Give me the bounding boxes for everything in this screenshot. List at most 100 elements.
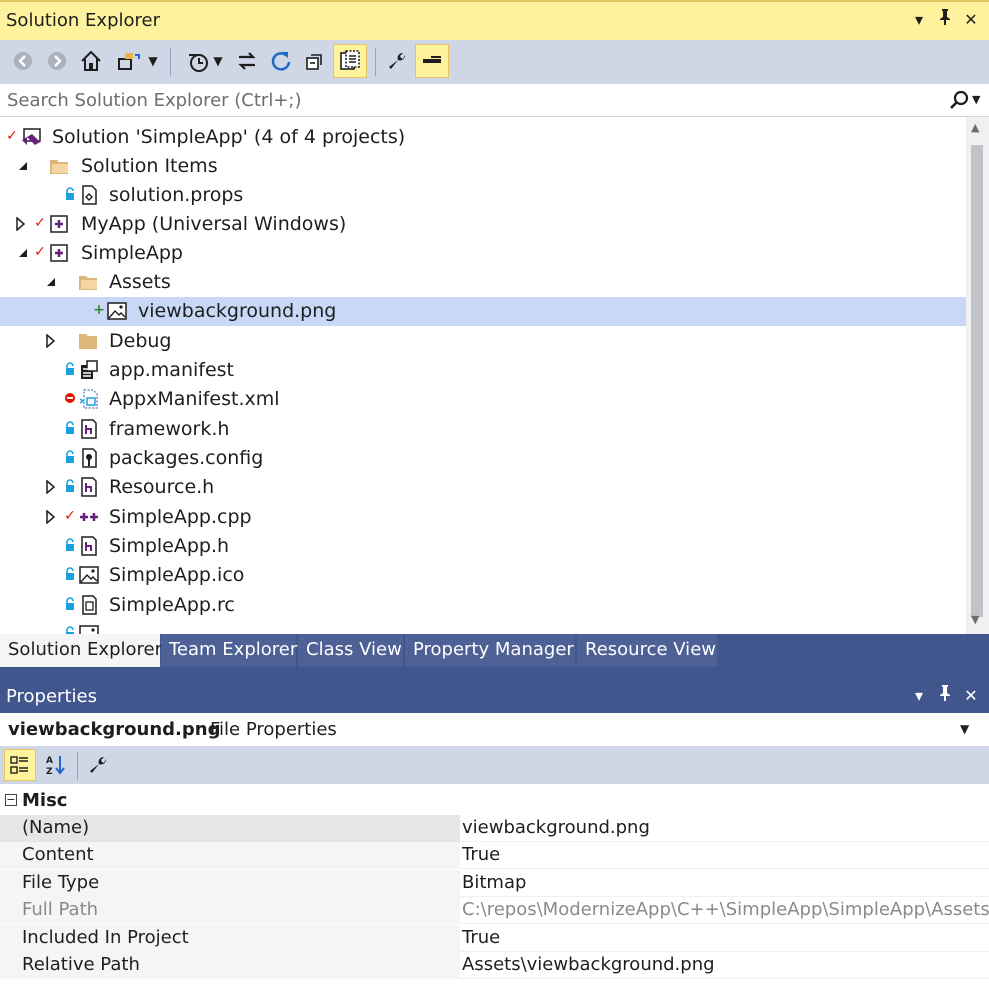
tree-item-assets-folder[interactable]: Assets [0,268,966,297]
sync-with-active-document-button[interactable] [232,44,262,78]
tree-item-simpleapp-ico[interactable]: SimpleApp.ico [0,561,966,590]
tree-item-appxmanifest-xml[interactable]: AppxManifest.xml [0,385,966,414]
pin-icon[interactable] [934,8,956,32]
tree-item-solution[interactable]: ✓ Solution 'SimpleApp' (4 of 4 projects) [0,123,966,152]
wrench-icon [389,52,406,69]
property-value[interactable]: True [460,842,989,869]
tree-item-label: app.manifest [109,359,235,381]
property-value[interactable]: Assets\viewbackground.png [460,952,989,979]
tree-item-debug-folder[interactable]: Debug [0,327,966,356]
collapse-icon[interactable]: − [5,794,17,806]
tab-property-manager[interactable]: Property Manager [405,634,576,667]
tree-item-simpleapp-rc[interactable]: SimpleApp.rc [0,591,966,620]
switch-views-icon [118,53,141,70]
collapsed-arrow-icon[interactable] [44,480,58,494]
property-pages-button[interactable] [82,749,114,781]
tree-item-simpleapp-project[interactable]: ✓ SimpleApp [0,239,966,268]
svg-text:A: A [46,756,53,766]
tree-item-myapp[interactable]: ✓ MyApp (Universal Windows) [0,210,966,239]
collapsed-arrow-icon[interactable] [44,334,58,348]
category-misc[interactable]: − Misc [0,787,989,815]
lock-icon [66,567,74,580]
tab-class-view[interactable]: Class View [298,634,404,667]
cpp-project-icon [50,215,68,233]
chevron-down-icon: ▼ [148,54,158,68]
search-input[interactable]: Search Solution Explorer (Ctrl+;) ▼ [0,84,989,117]
property-row-full-path[interactable]: Full Path C:\repos\ModernizeApp\C++\Simp… [0,897,989,924]
tree-item-label: solution.props [109,184,244,206]
checked-in-icon: ✓ [34,244,46,260]
pin-icon[interactable] [934,684,956,708]
excluded-icon [65,393,75,403]
tree-item-simpleapp-h[interactable]: SimpleApp.h [0,532,966,561]
property-value: C:\repos\ModernizeApp\C++\SimpleApp\Simp… [462,899,989,920]
refresh-button[interactable] [266,44,296,78]
tree-item-packages-config[interactable]: packages.config [0,444,966,473]
tree-item-solution-items[interactable]: Solution Items [0,152,966,181]
property-name: Content [0,842,460,869]
scroll-up-icon[interactable]: ▲ [971,121,979,134]
alphabetical-button[interactable]: AZ [40,749,72,781]
pending-changes-filter-button[interactable]: ▼ [180,44,228,78]
property-row-name[interactable]: (Name) viewbackground.png [0,815,989,842]
tab-solution-explorer[interactable]: Solution Explorer [0,634,162,667]
tree-item-viewbackground-png[interactable]: + viewbackground.png [0,297,966,326]
sync-icon [238,52,256,70]
props-file-icon [82,185,97,205]
property-grid: − Misc (Name) viewbackground.png Content… [0,784,989,999]
preview-selected-items-button[interactable] [415,44,449,78]
search-placeholder: Search Solution Explorer (Ctrl+;) [7,90,302,111]
expanded-arrow-icon[interactable] [44,275,58,289]
tree-item-partial[interactable] [0,620,966,634]
tree-item-app-manifest[interactable]: app.manifest [0,356,966,385]
lock-icon [66,421,74,434]
property-row-content[interactable]: Content True [0,842,989,869]
tree-item-solution-props[interactable]: solution.props [0,181,966,210]
property-row-file-type[interactable]: File Type Bitmap [0,870,989,897]
folder-open-icon [50,160,68,174]
tab-resource-view[interactable]: Resource View [577,634,718,667]
scrollbar-thumb[interactable] [971,145,983,617]
forward-button[interactable] [42,44,72,78]
back-button[interactable] [8,44,38,78]
close-icon[interactable]: ✕ [960,684,982,708]
properties-button[interactable] [382,44,412,78]
search-icon[interactable] [948,89,970,115]
show-all-files-button[interactable] [333,44,367,78]
lock-icon [66,626,74,634]
tree-item-label: AppxManifest.xml [109,388,280,410]
collapse-all-button[interactable] [300,44,330,78]
close-icon[interactable]: ✕ [960,8,982,32]
property-row-included-in-project[interactable]: Included In Project True [0,925,989,952]
categorized-button[interactable] [4,749,36,781]
property-value[interactable]: True [460,925,989,952]
panel-splitter[interactable] [0,667,989,680]
search-options-chevron-icon[interactable]: ▼ [972,93,980,106]
tree-item-simpleapp-cpp[interactable]: ✓ SimpleApp.cpp [0,503,966,532]
home-button[interactable] [76,44,106,78]
collapsed-arrow-icon[interactable] [14,217,28,231]
solution-tree: ✓ Solution 'SimpleApp' (4 of 4 projects)… [0,117,966,634]
back-icon [14,52,32,70]
toolbar-separator [375,48,376,76]
tab-team-explorer[interactable]: Team Explorer [161,634,297,667]
collapsed-arrow-icon[interactable] [44,510,58,524]
properties-titlebar: Properties ▾ ✕ [0,680,989,713]
chevron-down-icon[interactable]: ▼ [960,722,969,736]
toolbar-separator [170,48,171,76]
expanded-arrow-icon[interactable] [16,159,30,173]
tree-item-label: framework.h [109,418,230,440]
window-position-dropdown-icon[interactable]: ▾ [908,684,930,708]
tree-scrollbar[interactable]: ▲ ▼ [966,117,989,634]
expanded-arrow-icon[interactable] [16,246,30,260]
object-selector-dropdown[interactable]: viewbackground.png File Properties ▼ [0,713,989,746]
property-row-relative-path[interactable]: Relative Path Assets\viewbackground.png [0,952,989,979]
property-value[interactable]: Bitmap [460,870,989,897]
switch-views-button[interactable]: ▼ [112,44,162,78]
tree-item-label: viewbackground.png [138,300,337,322]
window-position-dropdown-icon[interactable]: ▾ [908,8,930,32]
tree-item-framework-h[interactable]: framework.h [0,415,966,444]
property-value[interactable]: viewbackground.png [460,815,989,842]
tree-item-resource-h[interactable]: Resource.h [0,473,966,502]
scroll-down-icon[interactable]: ▼ [971,613,979,626]
